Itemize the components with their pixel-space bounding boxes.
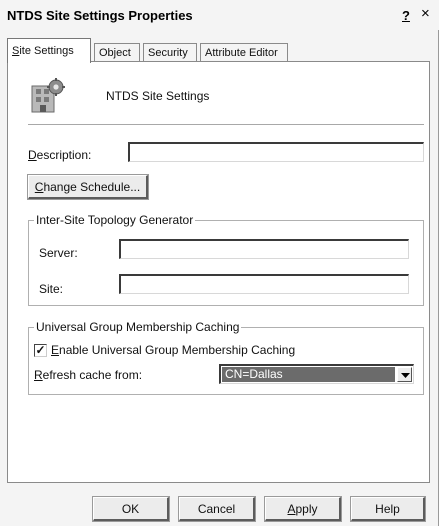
istg-group-title: Inter-Site Topology Generator	[34, 213, 196, 227]
enable-ugmc-label-mnemonic: E	[51, 343, 60, 357]
change-schedule-label: hange Schedule...	[43, 179, 141, 194]
description-label: Description:	[28, 148, 91, 162]
chevron-down-icon	[401, 373, 410, 378]
window-title: NTDS Site Settings Properties	[7, 8, 193, 23]
istg-group: Inter-Site Topology Generator Server: Si…	[28, 213, 424, 306]
refresh-cache-selected-value: CN=Dallas	[222, 367, 395, 382]
refresh-cache-label: Refresh cache from:	[34, 368, 142, 382]
enable-ugmc-label-text: nable Universal Group Membership Caching	[59, 343, 296, 357]
site-settings-icon	[31, 78, 65, 113]
refresh-cache-label-mnemonic: R	[34, 368, 43, 382]
apply-label: pply	[295, 501, 318, 516]
tab-security[interactable]: Security	[143, 43, 197, 63]
properties-dialog: NTDS Site Settings Properties ? × Site S…	[0, 0, 439, 526]
change-schedule-button[interactable]: Change Schedule...	[27, 174, 149, 200]
apply-mnemonic: A	[287, 501, 296, 516]
close-button[interactable]: ×	[421, 5, 430, 22]
separator	[28, 124, 424, 125]
tab-site-settings-label: ite Settings	[19, 45, 74, 57]
ugmc-group: Universal Group Membership Caching ✓ Ena…	[28, 320, 424, 395]
enable-ugmc-checkbox[interactable]: ✓	[34, 344, 47, 357]
refresh-cache-label-text: efresh cache from:	[42, 368, 143, 382]
enable-ugmc-label[interactable]: Enable Universal Group Membership Cachin…	[51, 343, 295, 357]
dropdown-arrow-button[interactable]	[397, 367, 412, 382]
description-input[interactable]	[128, 142, 424, 162]
site-input[interactable]	[119, 274, 409, 294]
tab-attribute-editor[interactable]: Attribute Editor	[200, 43, 288, 63]
server-label: Server:	[39, 246, 78, 260]
tab-object[interactable]: Object	[94, 43, 140, 63]
site-label: Site:	[39, 282, 64, 296]
object-name: NTDS Site Settings	[106, 89, 210, 103]
ok-button[interactable]: OK	[92, 496, 170, 522]
tab-strip: Site Settings Object Security Attribute …	[0, 38, 439, 63]
cancel-button[interactable]: Cancel	[178, 496, 256, 522]
tab-site-settings[interactable]: Site Settings	[7, 38, 91, 63]
apply-button[interactable]: Apply	[264, 496, 342, 522]
ugmc-group-title: Universal Group Membership Caching	[34, 320, 242, 334]
help-button[interactable]: Help	[350, 496, 426, 522]
description-label-text: escription:	[36, 148, 92, 162]
tab-panel-site-settings: NTDS Site Settings Description: Change S…	[7, 61, 430, 483]
title-bar: NTDS Site Settings Properties ? ×	[0, 0, 439, 30]
help-question-button[interactable]: ?	[402, 8, 410, 23]
server-input[interactable]	[119, 239, 409, 259]
description-label-mnemonic: D	[28, 148, 37, 162]
refresh-cache-dropdown[interactable]: CN=Dallas	[219, 364, 414, 384]
